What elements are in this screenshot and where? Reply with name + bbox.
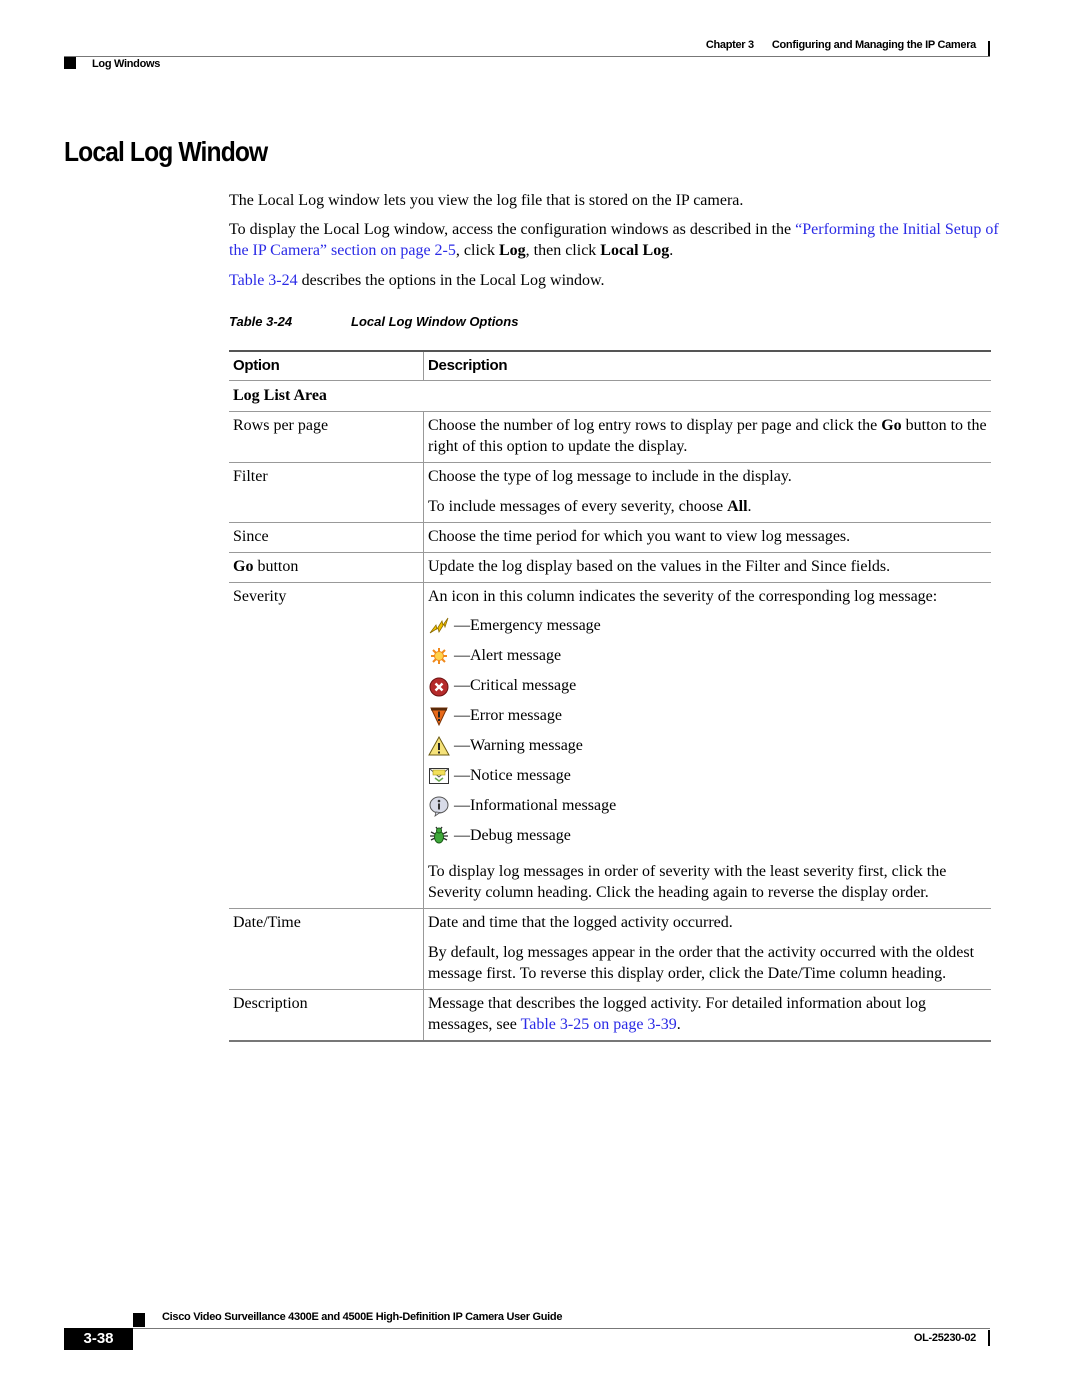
running-header-section: Log Windows [92,58,161,70]
page-number: 3-38 [64,1328,133,1350]
severity-item-emergency: —Emergency message [428,615,987,645]
running-header-chapter: Chapter 3 Configuring and Managing the IP… [520,39,976,51]
severity-item-critical: —Critical message [428,675,987,705]
all-term: All [727,498,748,515]
severity-label: —Alert message [454,647,562,664]
options-table: Option Description Log List Area Rows pe… [229,350,991,1042]
severity-list: —Emergency message —Alert message —Criti… [428,615,987,855]
table-row: Rows per page Choose the number of log e… [229,411,992,463]
severity-label: —Critical message [454,677,577,694]
chapter-title: Configuring and Managing the IP Camera [771,39,976,51]
severity-item-error: —Error message [428,705,987,735]
severity-label: —Notice message [454,767,571,784]
severity-label: —Debug message [454,827,571,844]
option-cell: Filter [229,462,424,523]
text: . [669,242,674,259]
text: Date and time that the logged activity o… [428,914,733,931]
informational-icon [429,796,449,817]
header-edge-bar [988,41,990,57]
option-cell: Since [229,522,424,553]
severity-item-debug: —Debug message [428,825,987,855]
text: To display log messages in order of seve… [428,863,947,901]
section-label: Log List Area [233,387,327,404]
error-icon [430,707,448,727]
go-term: Go [881,417,902,434]
text: To include messages of every severity, c… [428,498,728,515]
severity-label: —Error message [454,707,562,724]
text: , click [455,242,499,259]
chapter-label: Chapter 3 [705,39,754,51]
text: , then click [525,242,601,259]
text: An icon in this column indicates the sev… [428,588,938,605]
intro-paragraph-1: The Local Log window lets you view the l… [229,192,744,209]
section-row: Log List Area [229,381,991,412]
local-log-term: Local Log [600,242,670,259]
severity-label: —Emergency message [454,617,601,634]
table-caption-title: Local Log Window Options [351,314,519,329]
severity-item-notice: —Notice message [428,765,987,795]
text: Choose the type of log message to includ… [428,468,792,485]
page-title: Local Log Window [64,136,268,167]
description-cell: Choose the number of log entry rows to d… [424,412,992,463]
footer-rule [133,1328,990,1329]
text: . [747,498,752,515]
table-row: Since Choose the time period for which y… [229,522,991,553]
alert-icon [431,648,447,664]
column-header-option: Option [229,351,424,381]
header-rule [64,56,990,57]
footer-marker [133,1313,145,1327]
option-cell: Date/Time [229,908,424,990]
option-cell: Description [229,989,424,1041]
text: Choose the number of log entry rows to d… [428,417,882,434]
warning-icon [428,735,450,756]
description-cell: Choose the time period for which you wan… [428,528,851,545]
description-cell: Message that describes the logged activi… [424,990,992,1042]
critical-icon [429,677,449,697]
severity-label: —Warning message [454,737,583,754]
description-cell: Update the log display based on the valu… [428,558,891,575]
option-cell: Rows per page [229,411,424,463]
go-term: Go [233,558,254,575]
text: . [676,1016,681,1033]
table-caption-number: Table 3-24 [229,314,293,329]
severity-item-warning: —Warning message [428,735,987,765]
table-3-24-link[interactable]: Table 3-24 [229,272,298,289]
severity-label: —Informational message [454,797,617,814]
description-cell: Choose the type of log message to includ… [424,463,992,523]
document-number: OL-25230-02 [913,1332,976,1344]
text: To include messages of every severity, c… [428,496,987,517]
table-row: Description Message that describes the l… [229,989,992,1042]
intro-paragraph-3: Table 3-24 describes the options in the … [229,270,999,291]
option-cell: Severity [229,582,424,909]
severity-item-informational: —Informational message [428,795,987,825]
intro-paragraph-2: To display the Local Log window, access … [229,219,999,261]
emergency-icon [429,617,449,634]
severity-item-alert: —Alert message [428,645,987,675]
table-row: Go button Update the log display based o… [229,552,991,583]
footer-guide-title: Cisco Video Surveillance 4300E and 4500E… [162,1311,563,1323]
description-cell: An icon in this column indicates the sev… [424,583,992,909]
text: By default, log messages appear in the o… [428,944,975,982]
table-row: Severity An icon in this column indicate… [229,582,992,909]
footer-edge-bar [988,1330,990,1346]
debug-icon [430,826,448,844]
table-header-row: Option Description [229,351,991,381]
text: button [253,558,299,575]
table-caption: Table 3-24 Local Log Window Options [229,314,518,329]
description-cell: Date and time that the logged activity o… [424,909,992,990]
column-header-description: Description [428,357,508,374]
text: describes the options in the Local Log w… [297,272,605,289]
option-cell: Go button [229,552,424,583]
notice-icon [429,768,449,784]
header-marker [64,57,76,69]
text: To display the Local Log window, access … [229,221,796,238]
log-term: Log [498,242,526,259]
table-row: Date/Time Date and time that the logged … [229,908,992,990]
table-row: Filter Choose the type of log message to… [229,462,992,523]
table-3-25-link[interactable]: Table 3-25 on page 3-39 [521,1016,677,1033]
